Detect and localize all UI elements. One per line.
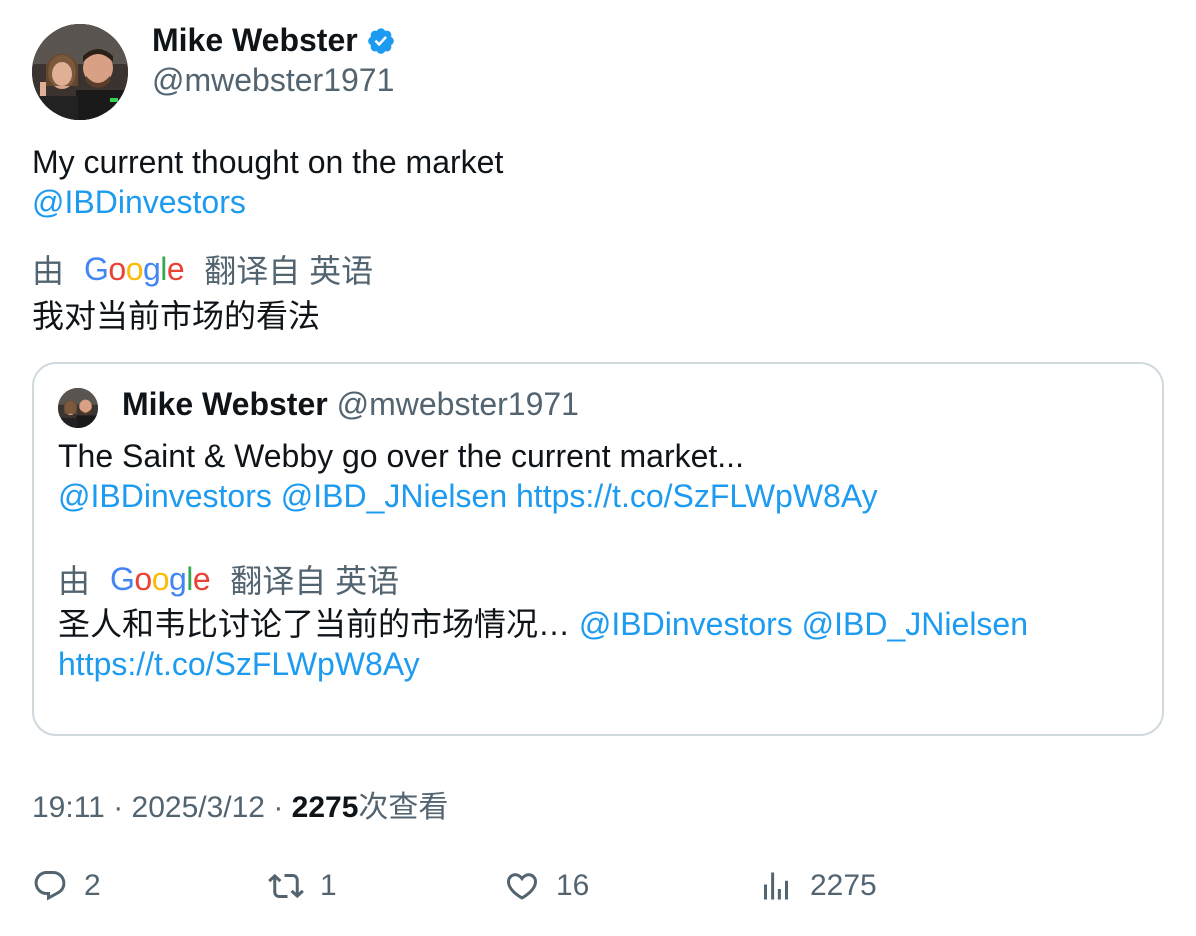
quote-translation-suffix: 翻译自 英语 (230, 563, 400, 599)
quote-translated-body: 圣人和韦比讨论了当前的市场情况… (58, 606, 571, 642)
tweet-mention[interactable]: @IBDinvestors (32, 182, 503, 222)
views-icon (764, 872, 788, 900)
reply-count: 2 (84, 869, 101, 902)
view-label: 次查看 (358, 791, 449, 824)
repost-button[interactable]: 1 (268, 868, 337, 904)
quote-translated-mention-1[interactable]: @IBDinvestors (579, 606, 793, 642)
translation-prefix: 由 (32, 253, 65, 289)
quote-text: The Saint & Webby go over the current ma… (58, 436, 878, 516)
repost-icon (268, 873, 304, 899)
tweet-time[interactable]: 19:11 (32, 791, 105, 824)
quote-author-avatar (58, 388, 98, 428)
translation-attribution: 由 Google 翻译自 英语 (32, 246, 373, 292)
repost-count: 1 (320, 869, 337, 902)
google-logo: Google (84, 250, 185, 287)
google-logo: Google (110, 560, 211, 597)
meta-separator: · (265, 791, 292, 824)
quote-url[interactable]: https://t.co/SzFLWpW8Ay (516, 478, 878, 514)
author-name-row: Mike Webster (152, 22, 396, 59)
reply-button[interactable]: 2 (32, 868, 101, 904)
quote-mention-2[interactable]: @IBD_JNielsen (281, 478, 507, 514)
action-bar: 2 1 16 2275 (32, 868, 1164, 912)
tweet-text: My current thought on the market @IBDinv… (32, 142, 503, 222)
author-avatar[interactable] (32, 24, 128, 120)
views-button[interactable]: 2275 (758, 868, 877, 904)
author-handle[interactable]: @mwebster1971 (152, 62, 394, 99)
quote-translated-url[interactable]: https://t.co/SzFLWpW8Ay (58, 646, 420, 682)
quote-body: The Saint & Webby go over the current ma… (58, 438, 744, 474)
quote-name-row: Mike Webster @mwebster1971 (122, 386, 579, 423)
views-count: 2275 (810, 869, 877, 902)
tweet-body: My current thought on the market (32, 144, 504, 180)
quote-translation-prefix: 由 (58, 563, 91, 599)
tweet: Mike Webster @mwebster1971 My current th… (0, 0, 1196, 936)
reply-icon (34, 871, 66, 901)
author-display-name[interactable]: Mike Webster (152, 22, 358, 59)
tweet-meta: 19:11 · 2025/3/12 · 2275次查看 (32, 782, 448, 826)
verified-badge-icon[interactable] (366, 26, 396, 56)
quoted-tweet[interactable]: Mike Webster @mwebster1971 The Saint & W… (32, 362, 1164, 736)
translation-suffix: 翻译自 英语 (204, 253, 374, 289)
quote-translation-attribution: 由 Google 翻译自 英语 (58, 556, 399, 602)
view-count: 2275 (291, 791, 359, 824)
quote-translated-text: 圣人和韦比讨论了当前的市场情况… @IBDinvestors @IBD_JNie… (58, 604, 1118, 684)
like-count: 16 (556, 869, 590, 902)
like-icon (506, 873, 538, 900)
meta-separator: · (104, 791, 132, 824)
tweet-date[interactable]: 2025/3/12 (132, 791, 265, 824)
quote-handle: @mwebster1971 (336, 386, 579, 422)
quote-translated-mention-2[interactable]: @IBD_JNielsen (802, 606, 1028, 642)
quote-display-name: Mike Webster (122, 386, 328, 422)
quote-mention-1[interactable]: @IBDinvestors (58, 478, 272, 514)
translated-text: 我对当前市场的看法 (32, 298, 321, 334)
like-button[interactable]: 16 (504, 868, 589, 904)
